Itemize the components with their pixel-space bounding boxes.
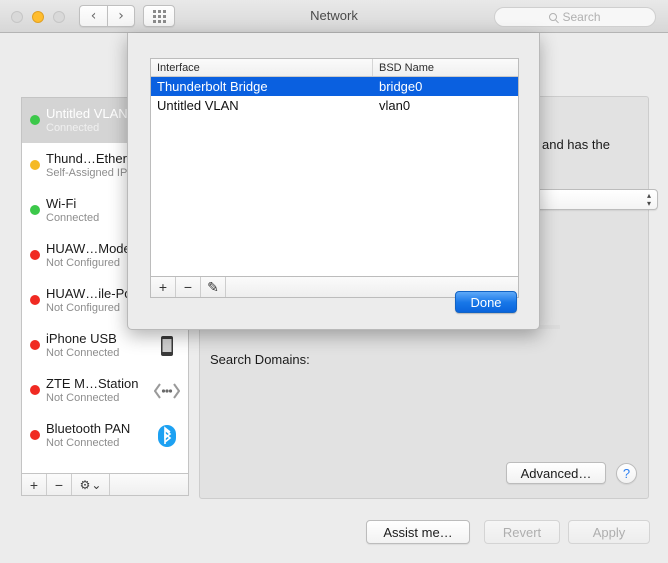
- minus-icon: −: [183, 279, 193, 295]
- assist-me-button[interactable]: Assist me…: [366, 520, 470, 544]
- status-dot-error: [30, 295, 40, 305]
- minus-icon: −: [54, 476, 64, 493]
- help-button[interactable]: ?: [616, 463, 637, 484]
- window-titlebar: ‹ › Network Search: [0, 0, 668, 33]
- column-header-interface[interactable]: Interface: [151, 59, 373, 76]
- sidebar-item-zte-mobile-station[interactable]: ZTE M…Station Not Connected: [22, 368, 188, 413]
- bluetooth-icon: [154, 424, 180, 448]
- search-icon: [549, 13, 558, 21]
- status-dot-connected: [30, 205, 40, 215]
- add-interface-button[interactable]: +: [151, 277, 176, 297]
- column-header-bsd-name[interactable]: BSD Name: [373, 59, 518, 76]
- iphone-icon: [154, 334, 180, 358]
- cell-interface: Thunderbolt Bridge: [157, 79, 268, 94]
- status-description-text: and has the: [542, 137, 610, 152]
- interfaces-table[interactable]: Interface BSD Name Thunderbolt Bridge br…: [150, 58, 519, 277]
- status-dot-warning: [30, 160, 40, 170]
- search-placeholder: Search: [562, 10, 601, 24]
- cell-bsd-name: vlan0: [379, 98, 411, 113]
- sidebar-toolbar: + − ⚙ ⌄: [21, 474, 189, 496]
- add-service-button[interactable]: +: [22, 474, 47, 495]
- remove-interface-button[interactable]: −: [176, 277, 201, 297]
- apply-button: Apply: [568, 520, 650, 544]
- search-domains-label: Search Domains:: [210, 352, 310, 367]
- status-dot-connected: [30, 115, 40, 125]
- manage-virtual-interfaces-sheet: Interface BSD Name Thunderbolt Bridge br…: [127, 33, 540, 330]
- service-actions-button[interactable]: ⚙ ⌄: [72, 474, 110, 495]
- cell-bsd-name: bridge0: [379, 79, 423, 94]
- table-row[interactable]: Untitled VLAN vlan0: [151, 96, 518, 115]
- status-dot-error: [30, 250, 40, 260]
- cell-interface: Untitled VLAN: [157, 98, 239, 113]
- modem-icon: [153, 379, 181, 403]
- search-input[interactable]: Search: [494, 7, 656, 27]
- plus-icon: +: [29, 476, 39, 493]
- chevron-down-icon: ⌄: [91, 477, 102, 492]
- revert-button: Revert: [484, 520, 560, 544]
- sidebar-item-bluetooth-pan[interactable]: Bluetooth PAN Not Connected: [22, 413, 188, 458]
- remove-service-button[interactable]: −: [47, 474, 72, 495]
- gear-icon: ⚙: [79, 477, 91, 492]
- advanced-button[interactable]: Advanced…: [506, 462, 606, 484]
- network-preferences-window: ‹ › Network Search Untitled VLAN Connect…: [0, 0, 668, 563]
- table-header-row: Interface BSD Name: [151, 59, 518, 77]
- plus-icon: +: [158, 279, 168, 295]
- status-dot-error: [30, 385, 40, 395]
- chevron-updown-icon: ▴ ▾: [646, 191, 651, 208]
- status-dot-error: [30, 340, 40, 350]
- pencil-icon: ✎: [207, 278, 219, 295]
- edit-interface-button[interactable]: ✎: [201, 277, 226, 297]
- status-dot-error: [30, 430, 40, 440]
- done-button[interactable]: Done: [455, 291, 517, 313]
- table-row[interactable]: Thunderbolt Bridge bridge0: [151, 77, 518, 96]
